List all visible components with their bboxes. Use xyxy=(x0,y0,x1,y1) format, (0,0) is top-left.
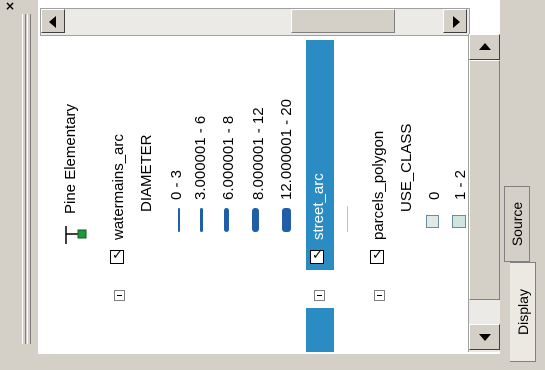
class-label: 12.000001 - 20 xyxy=(278,99,295,200)
dock-strip: × xyxy=(0,0,38,370)
tab-source-label: Source xyxy=(509,201,525,247)
scroll-up-button[interactable] xyxy=(469,34,500,60)
expander-parcels[interactable] xyxy=(374,290,385,301)
scroll-right-button[interactable] xyxy=(443,9,467,33)
class-symbol-patch xyxy=(452,215,466,228)
scroll-left-button[interactable] xyxy=(41,9,65,33)
class-symbol-line xyxy=(224,208,229,232)
expander-watermains[interactable] xyxy=(114,290,125,301)
selection-highlight xyxy=(306,308,334,352)
expander-street[interactable] xyxy=(314,290,325,301)
arrow-left-icon xyxy=(49,16,56,28)
street-symbol-line xyxy=(347,206,348,232)
scroll-thumb[interactable] xyxy=(291,9,395,33)
field-name-diameter: DIAMETER xyxy=(138,134,155,212)
layer-name-parcels: parcels_polygon xyxy=(370,130,387,240)
class-symbol-patch xyxy=(426,215,439,228)
layer-name-watermains: watermains_arc xyxy=(110,134,127,240)
checkbox-watermains[interactable]: ✓ xyxy=(110,248,124,264)
field-name-use-class: USE_CLASS xyxy=(398,123,415,212)
class-symbol-line xyxy=(178,208,180,232)
horizontal-scrollbar[interactable] xyxy=(40,8,470,36)
layer-name-street[interactable]: street_arc xyxy=(310,173,328,240)
checkbox-street[interactable]: ✓ xyxy=(310,248,324,264)
scroll-down-button[interactable] xyxy=(469,324,500,350)
checkbox-parcels[interactable]: ✓ xyxy=(370,248,384,264)
checkmark-icon: ✓ xyxy=(112,248,123,263)
scroll-thumb[interactable] xyxy=(469,60,500,300)
panel-bottom-border xyxy=(38,354,500,370)
tab-display-label: Display xyxy=(514,289,531,335)
checkmark-icon: ✓ xyxy=(312,248,323,263)
close-icon[interactable]: × xyxy=(3,0,17,12)
vertical-scrollbar[interactable] xyxy=(468,34,501,352)
class-symbol-line xyxy=(282,208,291,232)
tab-display[interactable]: Display xyxy=(510,262,536,362)
class-label: 8.000001 - 12 xyxy=(250,107,267,200)
arrow-up-icon xyxy=(479,43,491,50)
class-label: 1 - 2 xyxy=(452,169,469,200)
grip-line[interactable] xyxy=(22,14,26,344)
toc-panel xyxy=(38,0,501,355)
class-label: 0 xyxy=(426,191,443,200)
checkmark-icon: ✓ xyxy=(372,248,383,263)
tab-strip: Display Source xyxy=(500,0,545,370)
tab-source[interactable]: Source xyxy=(504,186,530,262)
grip-line[interactable] xyxy=(27,14,31,344)
dataframe-name: Pine Elementary xyxy=(62,103,79,214)
class-symbol-line xyxy=(200,208,203,232)
arrow-right-icon xyxy=(453,16,460,28)
class-symbol-line xyxy=(252,208,259,232)
class-label: 6.000001 - 8 xyxy=(220,115,237,200)
dataframe-icon xyxy=(65,226,87,244)
class-label: 3.000001 - 6 xyxy=(192,115,209,200)
class-label: 0 - 3 xyxy=(168,169,185,200)
arrow-down-icon xyxy=(479,334,491,341)
